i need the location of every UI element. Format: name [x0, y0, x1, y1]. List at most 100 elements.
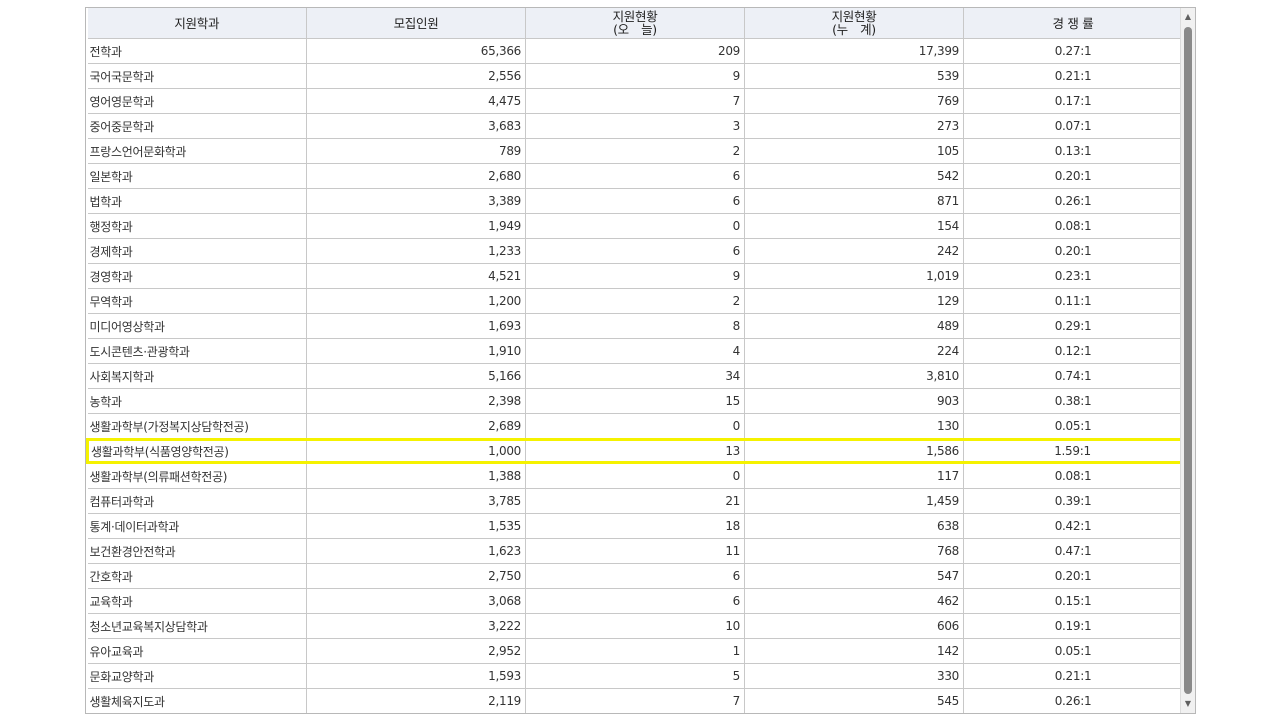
- cell-dept: 행정학과: [87, 213, 307, 239]
- cell-quota: 5,166: [306, 363, 526, 389]
- cell-dept: 교육학과: [87, 588, 307, 614]
- cell-quota: 789: [306, 138, 526, 164]
- cell-total: 871: [744, 188, 964, 214]
- table-row: 문화교양학과 1,593 5 330 0.21:1: [87, 663, 1183, 689]
- table-row: 경제학과 1,233 6 242 0.20:1: [87, 238, 1183, 264]
- cell-today: 209: [525, 38, 745, 64]
- cell-dept: 중어중문학과: [87, 113, 307, 139]
- cell-today: 34: [525, 363, 745, 389]
- cell-today: 11: [525, 538, 745, 564]
- table-row: 전학과 65,366 209 17,399 0.27:1: [87, 38, 1183, 64]
- cell-dept: 사회복지학과: [87, 363, 307, 389]
- table-row: 법학과 3,389 6 871 0.26:1: [87, 188, 1183, 214]
- cell-quota: 2,750: [306, 563, 526, 589]
- cell-today: 6: [525, 588, 745, 614]
- table-row: 영어영문학과 4,475 7 769 0.17:1: [87, 88, 1183, 114]
- table-row: 농학과 2,398 15 903 0.38:1: [87, 388, 1183, 414]
- cell-ratio: 0.20:1: [963, 238, 1183, 264]
- header-total-line2: (누 계): [832, 22, 876, 37]
- table-row: 통계·데이터과학과 1,535 18 638 0.42:1: [87, 513, 1183, 539]
- cell-quota: 1,693: [306, 313, 526, 339]
- cell-today: 7: [525, 88, 745, 114]
- table-row: 국어국문학과 2,556 9 539 0.21:1: [87, 63, 1183, 89]
- cell-today: 0: [525, 213, 745, 239]
- cell-total: 1,459: [744, 488, 964, 514]
- cell-ratio: 0.17:1: [963, 88, 1183, 114]
- cell-total: 768: [744, 538, 964, 564]
- cell-today: 0: [525, 413, 745, 440]
- scrollbar-thumb[interactable]: [1184, 27, 1192, 694]
- cell-dept: 법학과: [87, 188, 307, 214]
- cell-ratio: 0.20:1: [963, 563, 1183, 589]
- cell-quota: 1,949: [306, 213, 526, 239]
- cell-ratio: 0.08:1: [963, 213, 1183, 239]
- cell-dept: 무역학과: [87, 288, 307, 314]
- table-row: 생활과학부(식품영양학전공) 1,000 13 1,586 1.59:1: [86, 438, 1184, 464]
- table-row: 행정학과 1,949 0 154 0.08:1: [87, 213, 1183, 239]
- cell-ratio: 0.26:1: [963, 188, 1183, 214]
- application-status-table: 지원학과 모집인원 지원현황 (오 늘) 지원현황 (누 계) 경 쟁 률 전학…: [86, 8, 1184, 713]
- cell-today: 1: [525, 638, 745, 664]
- cell-dept: 생활체육지도과: [87, 688, 307, 713]
- cell-quota: 3,222: [306, 613, 526, 639]
- cell-total: 273: [744, 113, 964, 139]
- vertical-scrollbar[interactable]: ▲ ▼: [1180, 8, 1195, 713]
- cell-dept: 컴퓨터과학과: [87, 488, 307, 514]
- cell-total: 545: [744, 688, 964, 713]
- header-today-line2: (오 늘): [613, 22, 657, 37]
- cell-quota: 2,398: [306, 388, 526, 414]
- cell-ratio: 1.59:1: [963, 438, 1184, 464]
- cell-ratio: 0.13:1: [963, 138, 1183, 164]
- cell-total: 3,810: [744, 363, 964, 389]
- cell-total: 606: [744, 613, 964, 639]
- cell-quota: 1,623: [306, 538, 526, 564]
- cell-dept: 유아교육과: [87, 638, 307, 664]
- cell-today: 4: [525, 338, 745, 364]
- table-row: 중어중문학과 3,683 3 273 0.07:1: [87, 113, 1183, 139]
- table-row: 경영학과 4,521 9 1,019 0.23:1: [87, 263, 1183, 289]
- cell-quota: 2,952: [306, 638, 526, 664]
- cell-total: 330: [744, 663, 964, 689]
- cell-today: 3: [525, 113, 745, 139]
- cell-today: 9: [525, 263, 745, 289]
- cell-today: 13: [525, 438, 745, 464]
- cell-quota: 4,521: [306, 263, 526, 289]
- cell-dept: 문화교양학과: [87, 663, 307, 689]
- cell-dept: 통계·데이터과학과: [87, 513, 307, 539]
- cell-quota: 1,910: [306, 338, 526, 364]
- table-row: 생활과학부(가정복지상담학전공) 2,689 0 130 0.05:1: [87, 413, 1183, 440]
- cell-dept: 생활과학부(식품영양학전공): [86, 438, 307, 464]
- cell-today: 2: [525, 138, 745, 164]
- scroll-down-icon[interactable]: ▼: [1181, 697, 1195, 711]
- cell-dept: 경영학과: [87, 263, 307, 289]
- cell-total: 638: [744, 513, 964, 539]
- cell-ratio: 0.11:1: [963, 288, 1183, 314]
- cell-quota: 3,785: [306, 488, 526, 514]
- cell-today: 0: [525, 462, 745, 489]
- table-row: 프랑스언어문화학과 789 2 105 0.13:1: [87, 138, 1183, 164]
- cell-ratio: 0.07:1: [963, 113, 1183, 139]
- header-applicants-total: 지원현황 (누 계): [744, 8, 964, 39]
- cell-ratio: 0.20:1: [963, 163, 1183, 189]
- cell-today: 15: [525, 388, 745, 414]
- cell-today: 5: [525, 663, 745, 689]
- cell-ratio: 0.47:1: [963, 538, 1183, 564]
- scroll-up-icon[interactable]: ▲: [1181, 10, 1195, 24]
- cell-dept: 국어국문학과: [87, 63, 307, 89]
- cell-today: 18: [525, 513, 745, 539]
- table-row: 교육학과 3,068 6 462 0.15:1: [87, 588, 1183, 614]
- cell-today: 6: [525, 163, 745, 189]
- cell-quota: 1,000: [306, 438, 526, 464]
- cell-quota: 3,068: [306, 588, 526, 614]
- table-row: 청소년교육복지상담학과 3,222 10 606 0.19:1: [87, 613, 1183, 639]
- table-row: 유아교육과 2,952 1 142 0.05:1: [87, 638, 1183, 664]
- cell-ratio: 0.21:1: [963, 63, 1183, 89]
- cell-total: 489: [744, 313, 964, 339]
- cell-dept: 일본학과: [87, 163, 307, 189]
- table-row: 사회복지학과 5,166 34 3,810 0.74:1: [87, 363, 1183, 389]
- cell-quota: 3,389: [306, 188, 526, 214]
- header-dept: 지원학과: [87, 8, 307, 39]
- cell-dept: 간호학과: [87, 563, 307, 589]
- cell-quota: 2,680: [306, 163, 526, 189]
- cell-dept: 미디어영상학과: [87, 313, 307, 339]
